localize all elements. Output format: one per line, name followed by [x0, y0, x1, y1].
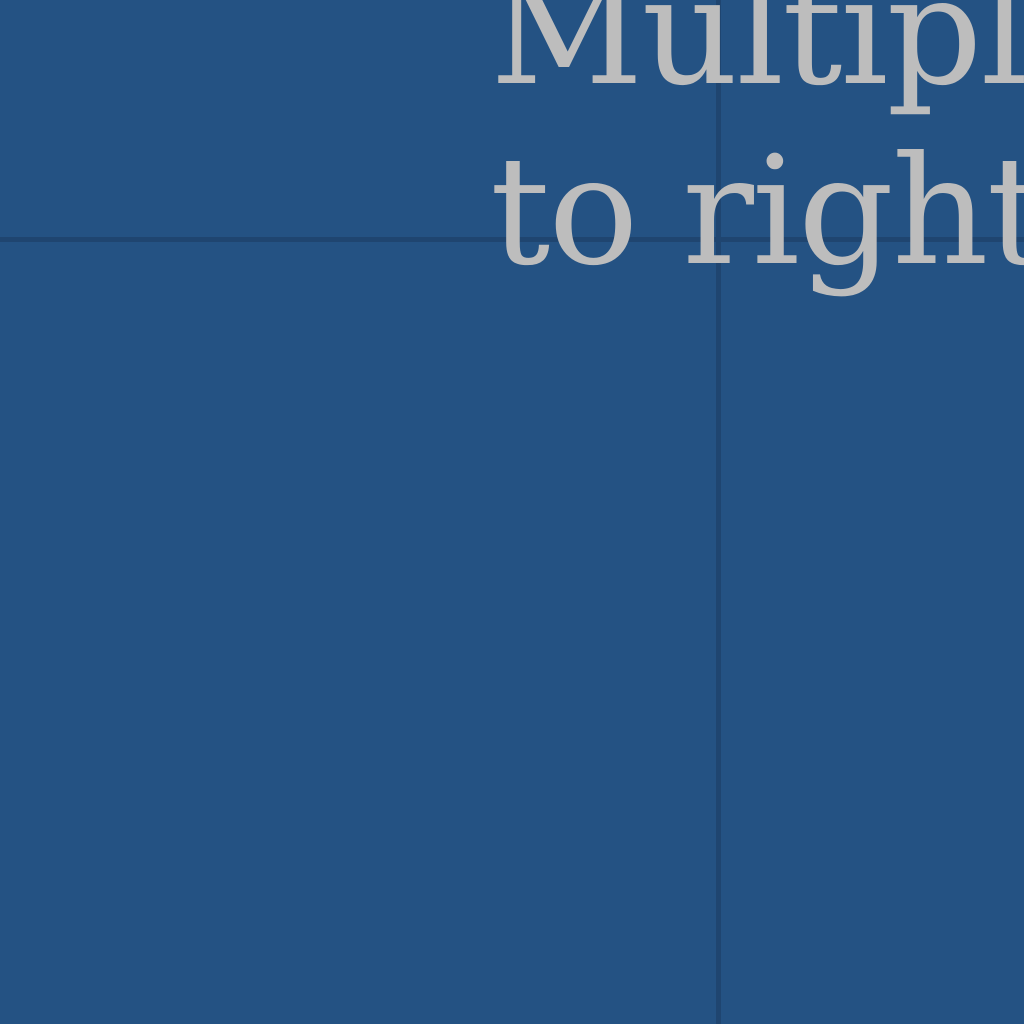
- heading-line-1: Multiple: [490, 0, 1024, 119]
- slide-canvas: Multiple to right f: [0, 0, 1024, 1024]
- heading-line-2: to right f: [490, 125, 1024, 299]
- page-heading: Multiple to right f: [490, 0, 1024, 302]
